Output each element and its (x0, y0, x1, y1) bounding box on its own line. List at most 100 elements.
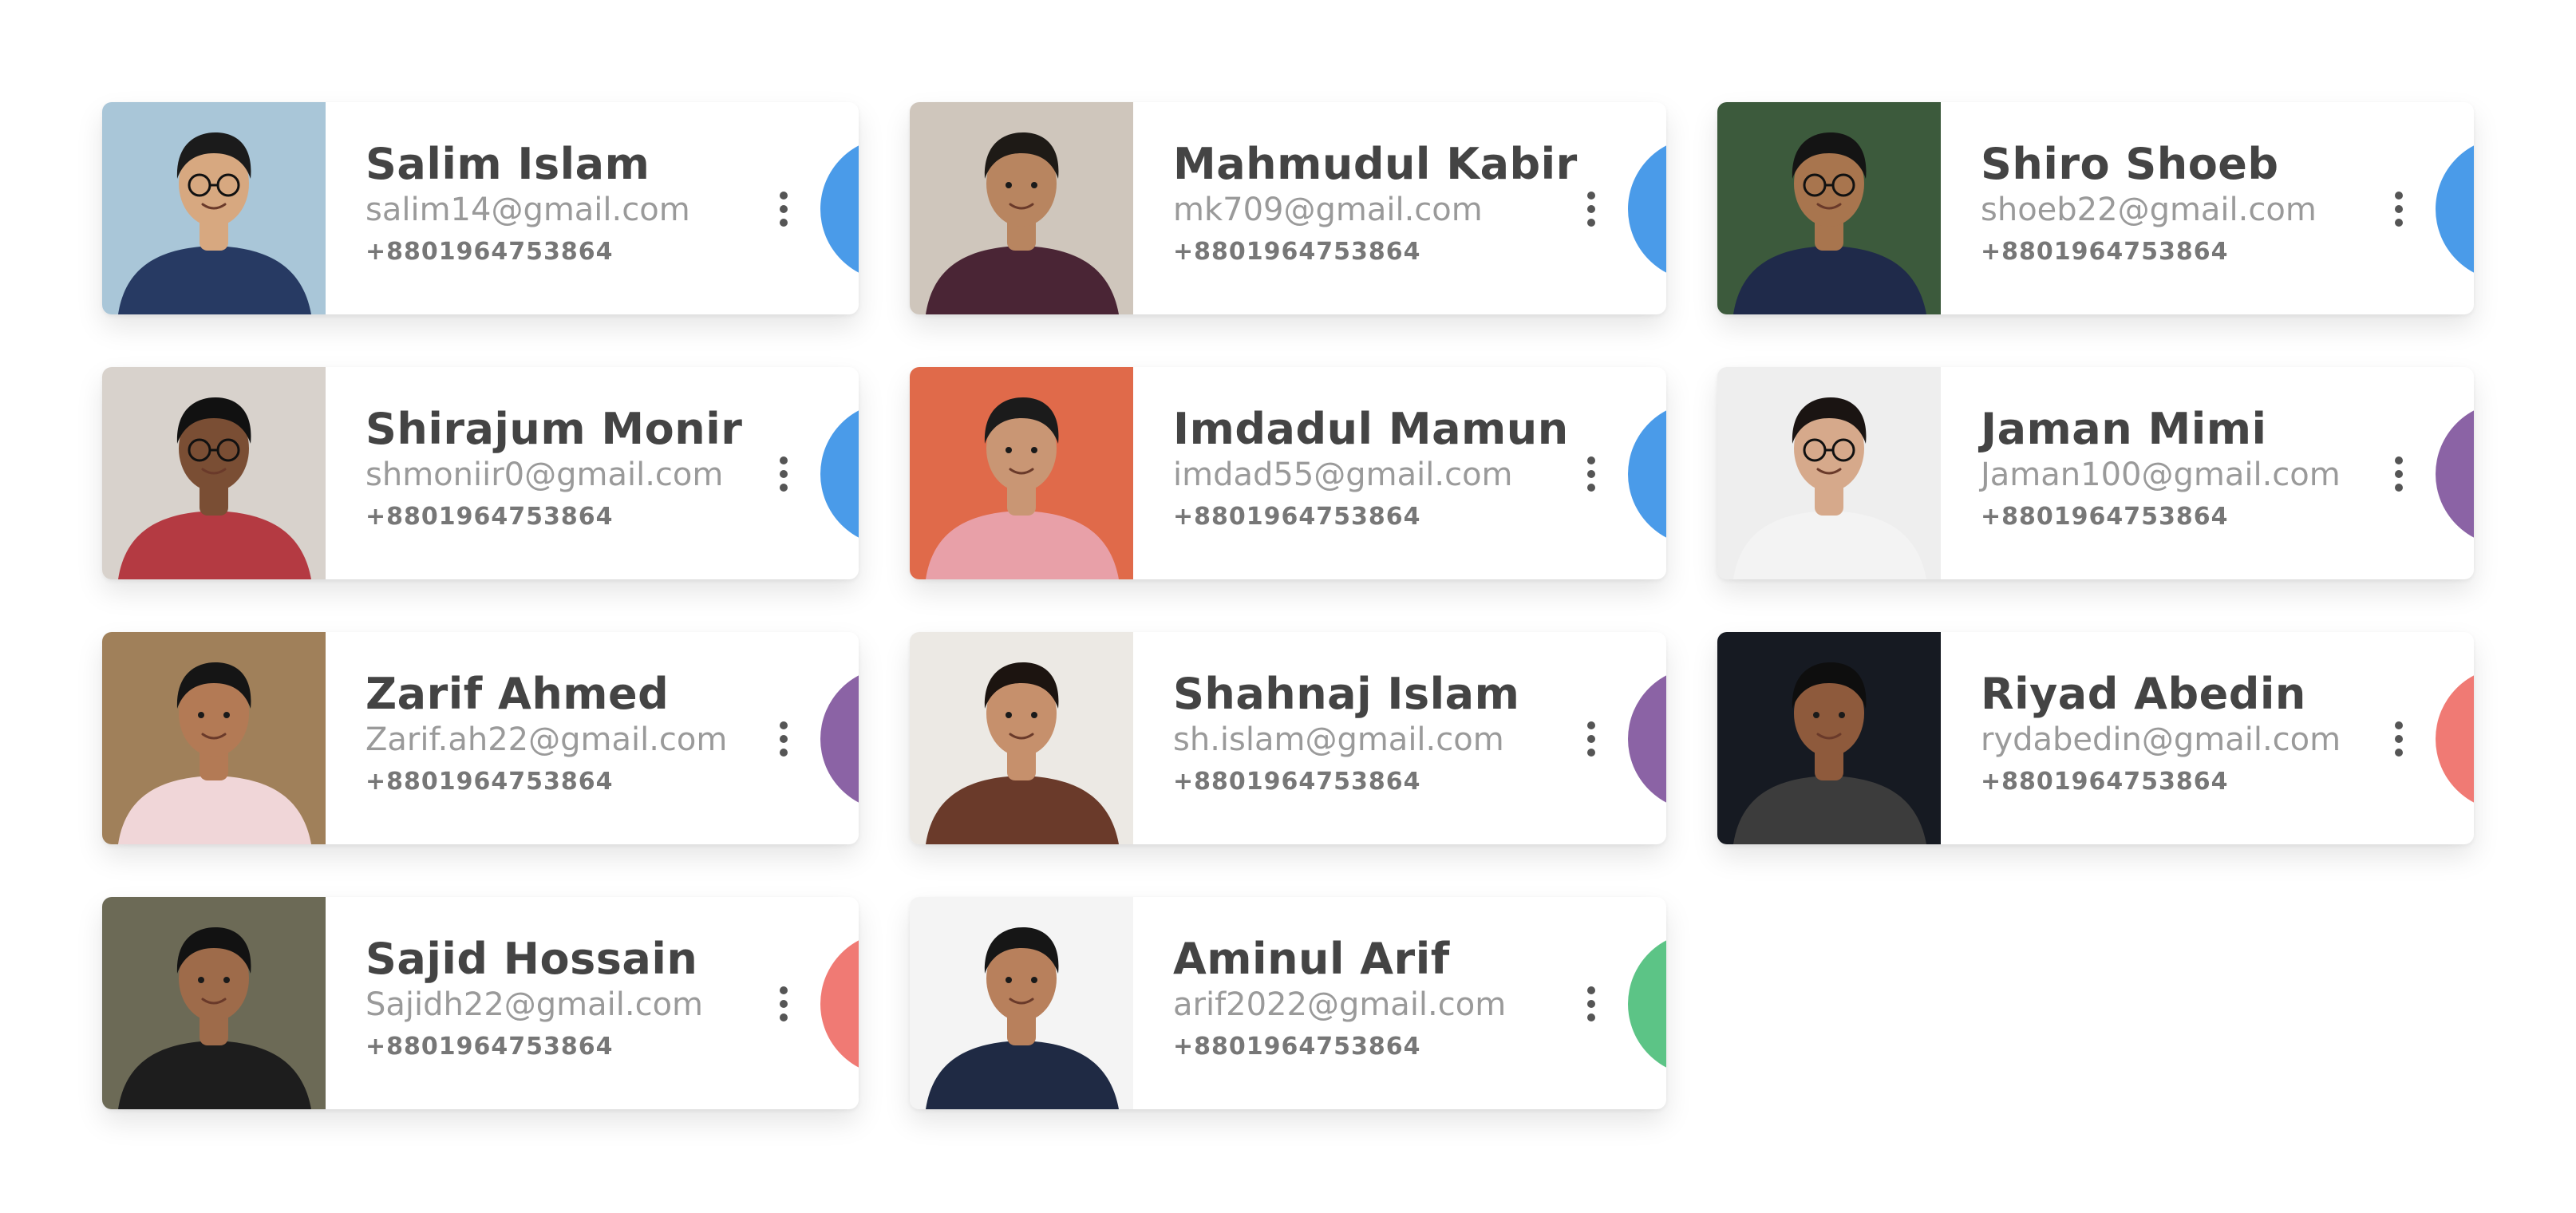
contact-card[interactable]: Salim Islam salim14@gmail.com +88019647538… (102, 102, 859, 314)
avatar-photo (102, 632, 326, 844)
contact-email: arif2022@gmail.com (1173, 986, 1507, 1023)
menu-dot (2395, 219, 2403, 227)
accent-circle (1628, 932, 1666, 1076)
contact-email: sh.islam@gmail.com (1173, 721, 1504, 758)
contact-card[interactable]: Riyad Abedin rydabedin@gmail.com +88019647… (1717, 632, 2474, 844)
contact-phone: +8801964753864 (365, 237, 614, 266)
contact-name: Salim Islam (365, 139, 650, 189)
more-options-icon[interactable] (2389, 721, 2408, 757)
contact-phone: +8801964753864 (365, 502, 614, 531)
contact-email: mk709@gmail.com (1173, 191, 1483, 228)
menu-dot (1587, 721, 1595, 729)
avatar-photo (910, 102, 1133, 314)
contact-card[interactable]: Aminul Arif arif2022@gmail.com +8801964753… (910, 897, 1666, 1109)
contact-name: Shirajum Monir (365, 404, 743, 454)
accent-circle (820, 667, 859, 811)
menu-dot (1587, 456, 1595, 464)
contact-phone: +8801964753864 (1173, 767, 1421, 796)
menu-dot (780, 205, 788, 213)
accent-circle (1628, 402, 1666, 546)
menu-dot (2395, 456, 2403, 464)
menu-dot (780, 1013, 788, 1021)
contact-info: Sajid Hossain Sajidh22@gmail.com +88019647… (365, 934, 796, 1065)
contact-name: Imdadul Mamun (1173, 404, 1569, 454)
menu-dot (780, 749, 788, 757)
contact-card-grid: Salim Islam salim14@gmail.com +88019647538… (102, 102, 2474, 1109)
avatar-photo (910, 897, 1133, 1109)
contact-info: Shirajum Monir shmoniir0@gmail.com +880196… (365, 404, 796, 535)
menu-dot (2395, 721, 2403, 729)
contact-info: Imdadul Mamun imdad55@gmail.com +880196475… (1173, 404, 1604, 535)
avatar-photo (910, 367, 1133, 579)
more-options-icon[interactable] (1582, 986, 1601, 1021)
menu-dot (1587, 192, 1595, 200)
menu-dot (1587, 986, 1595, 994)
contact-email: shoeb22@gmail.com (1981, 191, 2317, 228)
contact-info: Aminul Arif arif2022@gmail.com +8801964753… (1173, 934, 1604, 1065)
accent-circle (2436, 137, 2474, 281)
contact-info: Salim Islam salim14@gmail.com +88019647538… (365, 139, 796, 270)
avatar (102, 632, 326, 844)
menu-dot (1587, 470, 1595, 478)
contact-email: Jaman100@gmail.com (1981, 456, 2341, 493)
contact-card[interactable]: Sajid Hossain Sajidh22@gmail.com +88019647… (102, 897, 859, 1109)
menu-dot (1587, 219, 1595, 227)
contact-card[interactable]: Shirajum Monir shmoniir0@gmail.com +880196… (102, 367, 859, 579)
menu-dot (2395, 470, 2403, 478)
contact-card[interactable]: Zarif Ahmed Zarif.ah22@gmail.com +88019647… (102, 632, 859, 844)
contact-phone: +8801964753864 (365, 767, 614, 796)
more-options-icon[interactable] (2389, 192, 2408, 227)
contact-email: shmoniir0@gmail.com (365, 456, 724, 493)
avatar (1717, 367, 1941, 579)
more-options-icon[interactable] (1582, 721, 1601, 757)
contact-info: Mahmudul Kabir mk709@gmail.com +8801964753… (1173, 139, 1604, 270)
contact-name: Riyad Abedin (1981, 669, 2306, 719)
more-options-icon[interactable] (2389, 456, 2408, 492)
avatar (102, 102, 326, 314)
more-options-icon[interactable] (774, 192, 793, 227)
contact-card[interactable]: Shahnaj Islam sh.islam@gmail.com +88019647… (910, 632, 1666, 844)
contact-card[interactable]: Jaman Mimi Jaman100@gmail.com +88019647538… (1717, 367, 2474, 579)
avatar-photo (102, 102, 326, 314)
menu-dot (780, 470, 788, 478)
avatar-photo (1717, 367, 1941, 579)
menu-dot (780, 721, 788, 729)
menu-dot (1587, 749, 1595, 757)
contact-email: imdad55@gmail.com (1173, 456, 1513, 493)
accent-circle (820, 137, 859, 281)
contact-info: Jaman Mimi Jaman100@gmail.com +88019647538… (1981, 404, 2412, 535)
avatar (910, 367, 1133, 579)
accent-circle (820, 932, 859, 1076)
avatar (102, 367, 326, 579)
more-options-icon[interactable] (1582, 192, 1601, 227)
contact-card[interactable]: Imdadul Mamun imdad55@gmail.com +880196475… (910, 367, 1666, 579)
menu-dot (780, 456, 788, 464)
contact-card[interactable]: Shiro Shoeb shoeb22@gmail.com +88019647538… (1717, 102, 2474, 314)
contact-phone: +8801964753864 (1981, 237, 2229, 266)
menu-dot (780, 1000, 788, 1008)
more-options-icon[interactable] (1582, 456, 1601, 492)
contact-card[interactable]: Mahmudul Kabir mk709@gmail.com +8801964753… (910, 102, 1666, 314)
more-options-icon[interactable] (774, 986, 793, 1021)
more-options-icon[interactable] (774, 721, 793, 757)
accent-circle (820, 402, 859, 546)
avatar (910, 897, 1133, 1109)
avatar (1717, 632, 1941, 844)
contact-name: Shiro Shoeb (1981, 139, 2279, 189)
menu-dot (2395, 205, 2403, 213)
menu-dot (1587, 205, 1595, 213)
accent-circle (1628, 667, 1666, 811)
contact-name: Zarif Ahmed (365, 669, 670, 719)
contact-name: Shahnaj Islam (1173, 669, 1520, 719)
contact-info: Shiro Shoeb shoeb22@gmail.com +88019647538… (1981, 139, 2412, 270)
avatar-photo (102, 367, 326, 579)
contact-name: Aminul Arif (1173, 934, 1450, 984)
contact-info: Zarif Ahmed Zarif.ah22@gmail.com +88019647… (365, 669, 796, 800)
menu-dot (780, 735, 788, 743)
menu-dot (780, 484, 788, 492)
more-options-icon[interactable] (774, 456, 793, 492)
accent-circle (1628, 137, 1666, 281)
avatar (910, 102, 1133, 314)
contact-info: Shahnaj Islam sh.islam@gmail.com +88019647… (1173, 669, 1604, 800)
contact-phone: +8801964753864 (1981, 502, 2229, 531)
